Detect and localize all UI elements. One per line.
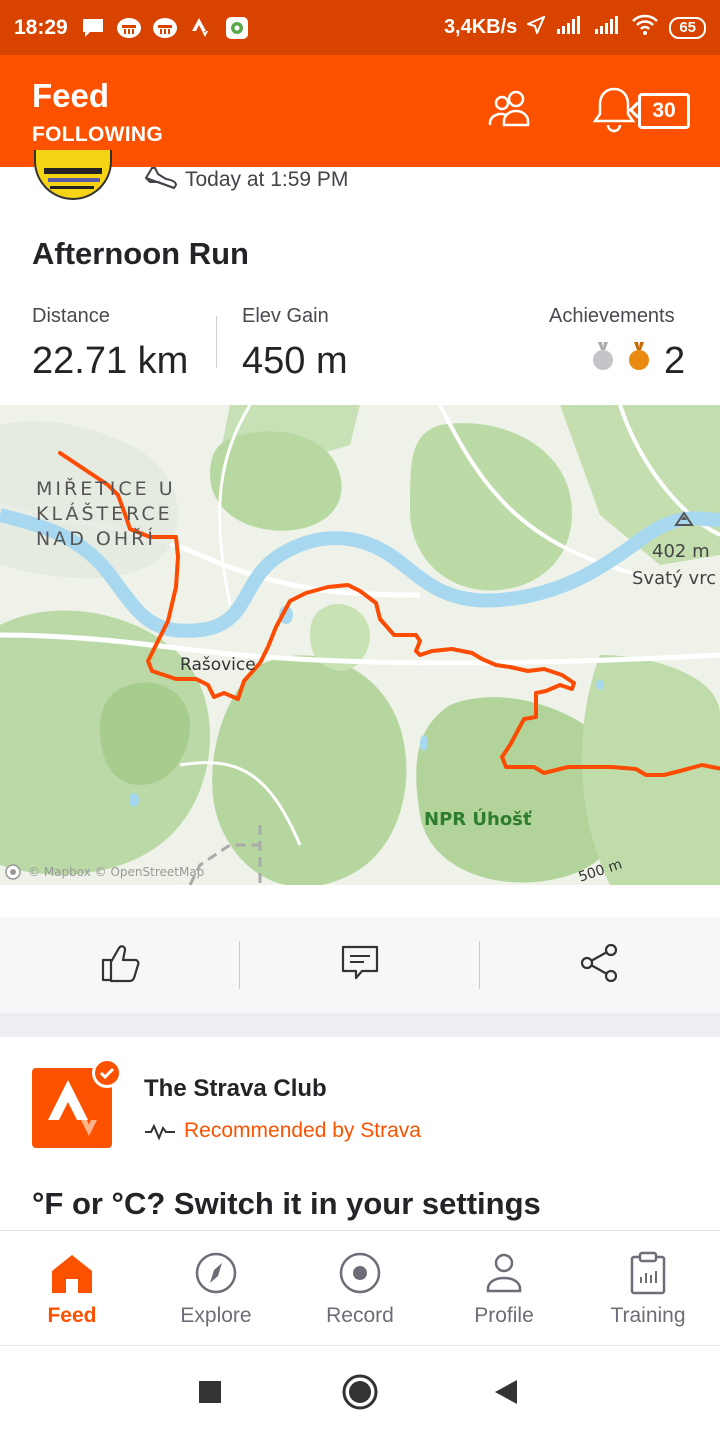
nav-record[interactable]: Record — [288, 1231, 432, 1346]
status-bar: 18:29 3,4KB/s 65 — [0, 0, 720, 55]
home-button[interactable] — [336, 1370, 384, 1418]
share-icon — [579, 942, 621, 989]
achievements-label: Achievements — [549, 305, 675, 327]
recommended-by-label: Recommended by Strava — [184, 1119, 421, 1142]
activity-map[interactable]: MIŘETICE U KLÁŠTERCE NAD OHŘÍ Rašovice N… — [0, 405, 720, 885]
compass-icon — [192, 1249, 240, 1297]
wifi-icon — [631, 14, 659, 42]
find-friends-icon[interactable] — [486, 89, 536, 129]
record-icon — [336, 1249, 384, 1297]
clipboard-chart-icon — [624, 1249, 672, 1297]
system-navigation-bar — [0, 1345, 720, 1440]
map-town-label: MIŘETICE U KLÁŠTERCE NAD OHŘÍ — [36, 478, 176, 550]
map-village-label: Rašovice — [180, 655, 256, 675]
status-time: 18:29 — [14, 15, 68, 39]
stat-divider — [216, 316, 217, 368]
nav-training[interactable]: Training — [576, 1231, 720, 1346]
back-button[interactable] — [482, 1370, 530, 1418]
share-button[interactable] — [480, 917, 720, 1013]
signal-icon — [593, 15, 621, 41]
map-attribution[interactable]: © Mapbox © OpenStreetMap — [28, 865, 204, 879]
thumbs-up-icon — [99, 942, 141, 989]
network-speed: 3,4KB/s — [443, 16, 518, 38]
club-name[interactable]: The Strava Club — [144, 1075, 327, 1103]
run-shoe-icon — [144, 166, 178, 192]
railway-app-icon — [152, 17, 178, 39]
signal-icon — [555, 15, 583, 41]
avatar[interactable] — [34, 150, 112, 200]
nav-explore[interactable]: Explore — [144, 1231, 288, 1346]
distance-value: 22.71 km — [32, 340, 189, 382]
comment-button[interactable] — [240, 917, 480, 1013]
activity-timestamp: Today at 1:59 PM — [185, 168, 349, 191]
home-icon — [48, 1249, 96, 1297]
page-title: Feed — [32, 77, 110, 114]
railway-app-icon — [116, 17, 142, 39]
activity-pulse-icon — [144, 1122, 176, 1142]
club-post-title[interactable]: °F or °C? Switch it in your settings — [32, 1186, 541, 1222]
feed-filter-dropdown[interactable]: FOLLOWING — [32, 123, 163, 147]
map-reserve-label: NPR Úhošť — [424, 809, 532, 830]
kudos-button[interactable] — [0, 917, 240, 1013]
comment-icon — [340, 943, 380, 988]
message-icon — [80, 17, 106, 39]
silver-medal-icon — [592, 342, 614, 372]
back-triangle-icon — [493, 1378, 519, 1411]
strava-icon — [188, 17, 214, 39]
activity-title[interactable]: Afternoon Run — [32, 236, 249, 272]
nav-feed[interactable]: Feed — [0, 1231, 144, 1346]
bronze-medal-icon — [628, 342, 650, 372]
achievements-count: 2 — [664, 340, 686, 382]
recent-apps-button[interactable] — [186, 1370, 234, 1418]
nav-profile[interactable]: Profile — [432, 1231, 576, 1346]
circle-home-icon — [341, 1373, 379, 1416]
card-separator — [0, 1013, 720, 1037]
notification-count-badge[interactable]: 30 — [638, 93, 690, 129]
map-peak-name: Svatý vrc — [632, 568, 717, 589]
elev-gain-value: 450 m — [242, 340, 348, 382]
battery-icon: 65 — [669, 16, 706, 39]
bottom-navigation: Feed Explore Record Profile Training — [0, 1230, 720, 1345]
elev-gain-label: Elev Gain — [242, 305, 329, 327]
distance-label: Distance — [32, 305, 110, 327]
verified-check-icon — [92, 1058, 122, 1088]
app-icon — [224, 16, 250, 39]
location-icon — [525, 14, 547, 40]
square-icon — [198, 1380, 222, 1409]
profile-icon — [480, 1249, 528, 1297]
activity-action-bar — [0, 917, 720, 1013]
map-peak-elevation: 402 m — [652, 541, 710, 562]
